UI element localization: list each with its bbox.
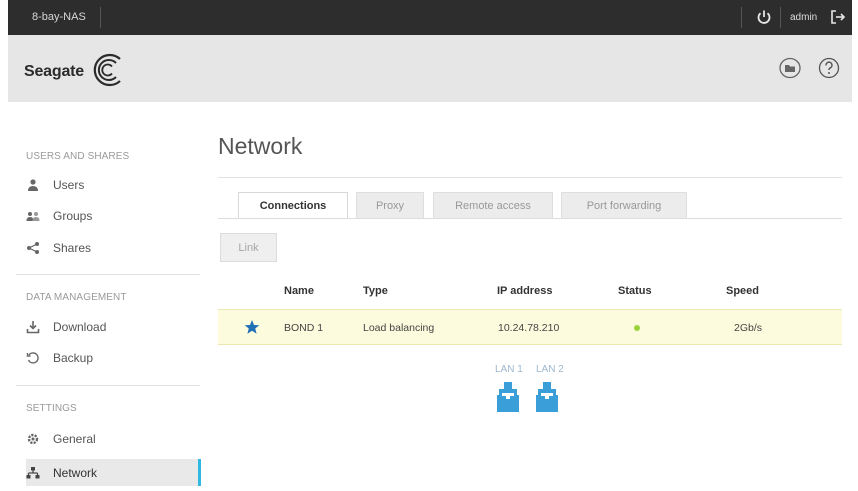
- column-header-type[interactable]: Type: [363, 285, 388, 297]
- sidebar-divider: [16, 385, 200, 386]
- tab-port-forwarding[interactable]: Port forwarding: [561, 192, 687, 218]
- gear-icon: [27, 433, 39, 445]
- sidebar-item-general[interactable]: General: [26, 427, 200, 451]
- sidebar-item-label: Users: [53, 178, 85, 192]
- user-icon: [28, 179, 38, 191]
- sidebar-item-label: General: [53, 432, 96, 446]
- lan-port-label: LAN 1: [495, 364, 523, 375]
- sidebar-item-backup[interactable]: Backup: [26, 346, 200, 370]
- column-header-name[interactable]: Name: [284, 285, 314, 297]
- sidebar-item-label: Groups: [53, 209, 93, 223]
- ethernet-port-icon: [497, 382, 519, 412]
- top-bar: 8-bay-NAS admin: [8, 0, 852, 35]
- sidebar: USERS AND SHARES Users Groups Shares DAT…: [8, 102, 201, 491]
- tab-remote-access[interactable]: Remote access: [433, 192, 553, 218]
- table-row[interactable]: BOND 1 Load balancing 10.24.78.210 2Gb/s: [218, 309, 842, 345]
- lan-port-label: LAN 2: [536, 364, 564, 375]
- sidebar-item-label: Download: [53, 320, 107, 334]
- section-title-data-management: DATA MANAGEMENT: [26, 292, 127, 303]
- power-icon[interactable]: [755, 8, 773, 26]
- sidebar-item-label: Network: [53, 465, 98, 480]
- ethernet-port-icon: [536, 382, 558, 412]
- sidebar-item-label: Backup: [53, 351, 94, 365]
- column-header-speed[interactable]: Speed: [726, 285, 759, 297]
- sidebar-divider: [16, 274, 200, 275]
- cell-ip-address: 10.24.78.210: [498, 322, 560, 334]
- sidebar-item-groups[interactable]: Groups: [26, 204, 200, 228]
- topbar-divider: [780, 7, 781, 28]
- section-title-users-and-shares: USERS AND SHARES: [26, 151, 130, 162]
- user-name[interactable]: admin: [790, 12, 817, 23]
- page-title: Network: [218, 133, 303, 159]
- cell-speed: 2Gb/s: [734, 322, 763, 334]
- seagate-logo-icon: [93, 53, 121, 87]
- title-divider: [218, 177, 842, 178]
- column-header-status[interactable]: Status: [618, 285, 652, 297]
- sidebar-item-label: Shares: [53, 241, 92, 255]
- cell-name: BOND 1: [284, 322, 324, 334]
- folder-icon[interactable]: [779, 57, 801, 79]
- download-icon: [26, 321, 40, 334]
- help-icon[interactable]: [818, 57, 840, 79]
- section-title-settings: SETTINGS: [26, 403, 77, 414]
- brand-name: Seagate: [24, 63, 84, 80]
- sidebar-item-download[interactable]: Download: [26, 315, 200, 339]
- topbar-divider: [741, 7, 742, 28]
- sidebar-item-shares[interactable]: Shares: [26, 236, 200, 260]
- tab-proxy[interactable]: Proxy: [356, 192, 424, 218]
- device-name: 8-bay-NAS: [32, 11, 86, 23]
- header: Seagate: [8, 35, 852, 102]
- cell-type: Load balancing: [363, 322, 435, 334]
- star-icon[interactable]: [244, 319, 260, 335]
- status-indicator: [634, 325, 640, 331]
- tabs-underline: [218, 218, 842, 219]
- share-icon: [27, 242, 39, 254]
- groups-icon: [26, 212, 40, 221]
- backup-icon: [26, 352, 39, 364]
- topbar-divider: [100, 7, 101, 28]
- link-button[interactable]: Link: [220, 233, 277, 262]
- column-header-ip-address[interactable]: IP address: [497, 285, 552, 297]
- network-icon: [26, 466, 40, 478]
- sidebar-item-users[interactable]: Users: [26, 173, 200, 197]
- tab-connections[interactable]: Connections: [238, 192, 348, 219]
- sidebar-item-network[interactable]: Network: [26, 459, 201, 486]
- logout-icon[interactable]: [830, 9, 846, 25]
